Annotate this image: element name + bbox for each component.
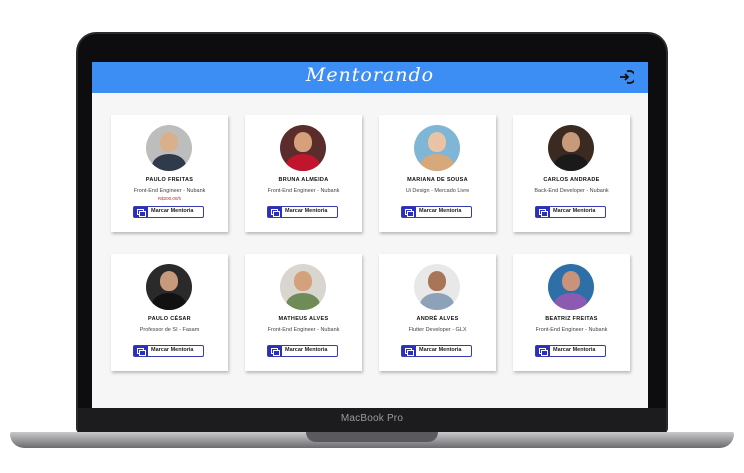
- calendar-copy-icon: [536, 346, 550, 356]
- avatar: [548, 125, 594, 171]
- avatar-head: [562, 132, 580, 152]
- mentor-role: Front-End Engineer - Nubank: [535, 327, 608, 333]
- calendar-copy-icon: [536, 207, 550, 217]
- avatar: [280, 264, 326, 310]
- app-screen: Mentorando PAULO FREITAS Front-End Engine…: [92, 62, 648, 408]
- app-title: Mentorando: [305, 64, 435, 86]
- schedule-mentoring-button[interactable]: Marcar Mentoria: [401, 345, 472, 357]
- mentor-role: Front-End Engineer - Nubank: [267, 327, 340, 333]
- avatar-body: [420, 293, 454, 310]
- schedule-mentoring-label: Marcar Mentoria: [285, 208, 328, 214]
- schedule-mentoring-label: Marcar Mentoria: [151, 208, 194, 214]
- mentor-role: Front-End Engineer - Nubank: [133, 188, 206, 194]
- mentor-name: BRUNA ALMEIDA: [278, 177, 329, 183]
- logout-icon[interactable]: [618, 69, 634, 85]
- schedule-mentoring-button[interactable]: Marcar Mentoria: [133, 206, 204, 218]
- mentor-role: Back-End Developer - Nubank: [534, 188, 609, 194]
- schedule-mentoring-label: Marcar Mentoria: [553, 208, 596, 214]
- calendar-copy-icon: [134, 207, 148, 217]
- mentor-price: R$200,00/h: [157, 196, 182, 201]
- avatar-body: [420, 154, 454, 171]
- mentor-card: BEATRIZ FREITAS Front-End Engineer - Nuba…: [513, 254, 630, 371]
- laptop-notch: [306, 432, 438, 442]
- mentor-name: MATHEUS ALVES: [278, 316, 329, 322]
- avatar: [414, 125, 460, 171]
- laptop-chin: MacBook Pro: [78, 408, 666, 432]
- mentor-role: Professor de SI - Fasam: [139, 327, 200, 333]
- avatar: [548, 264, 594, 310]
- mentor-card: CARLOS ANDRADE Back-End Developer - Nuban…: [513, 115, 630, 232]
- calendar-copy-icon: [134, 346, 148, 356]
- mentor-card: MATHEUS ALVES Front-End Engineer - Nubank…: [245, 254, 362, 371]
- schedule-mentoring-button[interactable]: Marcar Mentoria: [535, 206, 606, 218]
- avatar-head: [160, 132, 178, 152]
- mentor-name: BEATRIZ FREITAS: [545, 316, 598, 322]
- schedule-mentoring-button[interactable]: Marcar Mentoria: [133, 345, 204, 357]
- avatar-body: [554, 293, 588, 310]
- calendar-copy-icon: [268, 346, 282, 356]
- avatar-head: [428, 271, 446, 291]
- schedule-mentoring-label: Marcar Mentoria: [285, 347, 328, 353]
- mentor-role: Front-End Engineer - Nubank: [267, 188, 340, 194]
- mentor-name: MARIANA DE SOUSA: [407, 177, 468, 183]
- schedule-mentoring-label: Marcar Mentoria: [419, 208, 462, 214]
- schedule-mentoring-button[interactable]: Marcar Mentoria: [535, 345, 606, 357]
- schedule-mentoring-button[interactable]: Marcar Mentoria: [267, 345, 338, 357]
- mentor-role: Flutter Developer - GLX: [408, 327, 467, 333]
- avatar: [280, 125, 326, 171]
- avatar: [146, 264, 192, 310]
- mentor-card: PAULO CÉSAR Professor de SI - Fasam Marcar…: [111, 254, 228, 371]
- mentor-card: MARIANA DE SOUSA Ui Design - Mercado Livr…: [379, 115, 496, 232]
- mentor-role: Ui Design - Mercado Livre: [405, 188, 470, 194]
- app-header: Mentorando: [92, 62, 648, 93]
- calendar-copy-icon: [268, 207, 282, 217]
- avatar-body: [286, 154, 320, 171]
- mentor-card: ANDRÉ ALVES Flutter Developer - GLX Marcar…: [379, 254, 496, 371]
- schedule-mentoring-label: Marcar Mentoria: [553, 347, 596, 353]
- mentor-name: ANDRÉ ALVES: [416, 316, 459, 322]
- schedule-mentoring-label: Marcar Mentoria: [151, 347, 194, 353]
- schedule-mentoring-button[interactable]: Marcar Mentoria: [401, 206, 472, 218]
- device-label: MacBook Pro: [340, 413, 404, 424]
- avatar-body: [286, 293, 320, 310]
- avatar-head: [294, 132, 312, 152]
- avatar-head: [428, 132, 446, 152]
- mentor-name: CARLOS ANDRADE: [543, 177, 600, 183]
- mentor-card: PAULO FREITAS Front-End Engineer - Nubank…: [111, 115, 228, 232]
- schedule-mentoring-label: Marcar Mentoria: [419, 347, 462, 353]
- mentor-name: PAULO CÉSAR: [148, 316, 191, 322]
- mentor-card: BRUNA ALMEIDA Front-End Engineer - Nubank…: [245, 115, 362, 232]
- mentor-name: PAULO FREITAS: [145, 177, 194, 183]
- avatar-head: [160, 271, 178, 291]
- avatar-head: [562, 271, 580, 291]
- avatar-body: [152, 154, 186, 171]
- calendar-copy-icon: [402, 346, 416, 356]
- avatar-body: [554, 154, 588, 171]
- avatar-head: [294, 271, 312, 291]
- avatar: [146, 125, 192, 171]
- calendar-copy-icon: [402, 207, 416, 217]
- schedule-mentoring-button[interactable]: Marcar Mentoria: [267, 206, 338, 218]
- avatar-body: [152, 293, 186, 310]
- avatar: [414, 264, 460, 310]
